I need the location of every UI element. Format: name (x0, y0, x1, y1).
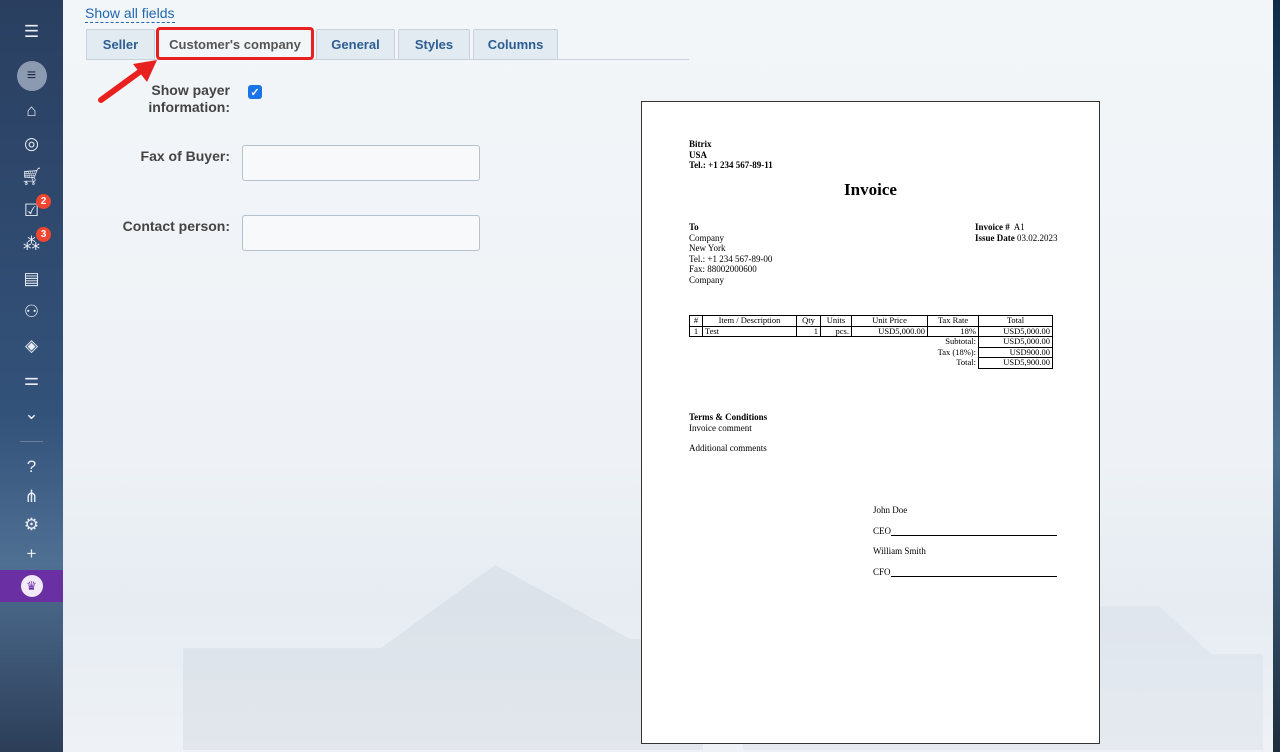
table-cell: Test (702, 325, 797, 337)
left-sidebar: ☰ ≡ ⌂ ◎ 🛒︎ ☑ 2 ⁂ 3 ▤ ⚇ ◈ ⚌ ⌄ ? ⋔ ⚙ + ♛ (0, 0, 63, 752)
table-header: Total (978, 315, 1053, 327)
table-header: Qty (796, 315, 821, 327)
items-table: # Item / Description Qty Units Unit Pric… (689, 315, 1053, 369)
table-header: Tax Rate (927, 315, 979, 327)
table-cell: pcs. (820, 325, 852, 337)
show-payer-label-line2: information: (148, 99, 230, 115)
show-payer-label-line1: Show payer (151, 82, 230, 98)
target-icon[interactable]: ◎ (0, 129, 63, 159)
highlight-box (156, 27, 314, 60)
box-icon[interactable]: ◈ (0, 331, 63, 361)
network-badge: 3 (36, 227, 51, 242)
table-header: # (689, 315, 703, 327)
tab-seller[interactable]: Seller (86, 29, 155, 59)
to-company2: Company (689, 274, 724, 285)
tax-row: Tax (18%): USD900.00 (690, 346, 1053, 358)
to-company: Company (689, 232, 724, 243)
invoice-preview: Bitrix USA Tel.: +1 234 567-89-11 Invoic… (641, 101, 1100, 744)
signer1-name: John Doe (873, 505, 908, 515)
invoice-title: Invoice (844, 180, 897, 199)
table-cell: 1 (796, 325, 821, 337)
network-icon[interactable]: ⁂ 3 (0, 227, 63, 259)
cart-icon[interactable]: 🛒︎ (0, 162, 63, 192)
robot-icon[interactable]: ⚇ (0, 297, 63, 327)
invoice-meta: Invoice # A1 Issue Date 03.02.2023 (975, 222, 1058, 243)
total-label: Total: (956, 357, 976, 367)
chevron-down-icon[interactable]: ⌄ (0, 399, 63, 429)
table-header-row: # Item / Description Qty Units Unit Pric… (689, 315, 1053, 327)
tab-styles[interactable]: Styles (398, 29, 470, 59)
table-header: Unit Price (851, 315, 928, 327)
tasks-icon[interactable]: ☑ 2 (0, 194, 63, 226)
issue-date: 03.02.2023 (1017, 232, 1058, 243)
show-payer-checkbox[interactable]: ✓ (248, 85, 262, 99)
sidebar-divider (20, 441, 43, 442)
plus-icon[interactable]: + (0, 539, 63, 569)
show-payer-label: Show payer information: (120, 82, 230, 116)
total-row: Total: USD5,900.00 (690, 357, 1053, 369)
building-icon[interactable]: ⌂ (0, 96, 63, 126)
signature-line (890, 567, 1057, 577)
buyer-info: To Company New York Tel.: +1 234 567-89-… (689, 222, 772, 285)
table-row: 1 Test 1 pcs. USD5,000.00 18% USD5,000.0… (689, 325, 1053, 337)
signer1-role: CEO (873, 525, 891, 536)
fax-input[interactable] (242, 145, 480, 181)
seller-phone: Tel.: +1 234 567-89-11 (689, 160, 773, 170)
filter-icon[interactable]: ≡ (0, 61, 63, 91)
to-label: To (689, 222, 699, 232)
table-cell: 18% (927, 325, 979, 337)
subtotal-row: Subtotal: USD5,000.00 (690, 336, 1053, 348)
contact-card-icon[interactable]: ▤ (0, 264, 63, 294)
terms-comment: Invoice comment (689, 422, 752, 433)
background-edge (1273, 0, 1280, 752)
table-header: Units (820, 315, 852, 327)
crown-icon: ♛ (20, 575, 43, 597)
terms-section: Terms & Conditions Invoice comment Addit… (689, 412, 767, 454)
subtotal-label: Subtotal: (945, 336, 976, 347)
terms-title: Terms & Conditions (689, 412, 768, 422)
to-phone: Tel.: +1 234 567-89-00 (689, 253, 773, 264)
invoice-number-label: Invoice # (975, 222, 1010, 232)
table-cell: 1 (689, 325, 703, 337)
tab-columns[interactable]: Columns (473, 29, 558, 59)
issue-date-label: Issue Date (975, 232, 1015, 243)
total-value: USD5,900.00 (978, 357, 1053, 369)
tax-label: Tax (18%): (937, 346, 976, 357)
table-header: Item / Description (702, 315, 797, 327)
additional-comments: Additional comments (689, 443, 767, 453)
subtotal-value: USD5,000.00 (978, 336, 1053, 348)
to-city: New York (689, 243, 726, 253)
tasks-badge: 2 (36, 194, 51, 209)
upgrade-plan[interactable]: ♛ (0, 570, 63, 602)
fax-label: Fax of Buyer: (140, 148, 230, 164)
signer2-name: William Smith (873, 546, 926, 556)
tab-general[interactable]: General (316, 29, 395, 59)
gear-icon[interactable]: ⚙ (0, 510, 63, 540)
background-decoration (183, 565, 703, 750)
help-icon[interactable]: ? (0, 452, 63, 482)
signatures: John Doe CEO William Smith CFO (873, 505, 1057, 577)
seller-country: USA (689, 149, 708, 160)
to-fax: Fax: 88002000600 (689, 264, 757, 274)
signer2-role: CFO (873, 566, 891, 577)
table-cell: USD5,000.00 (851, 325, 928, 337)
sitemap-icon[interactable]: ⋔ (0, 482, 63, 512)
seller-info: Bitrix USA Tel.: +1 234 567-89-11 (689, 139, 773, 171)
tax-value: USD900.00 (978, 346, 1053, 358)
contact-person-label: Contact person: (122, 218, 230, 234)
contact-person-input[interactable] (242, 215, 480, 251)
invoice-number: A1 (1013, 222, 1025, 232)
seller-name: Bitrix (689, 139, 712, 149)
sliders-icon[interactable]: ⚌ (0, 365, 63, 395)
signature-line (891, 526, 1057, 536)
menu-icon[interactable]: ☰ (0, 17, 63, 47)
show-all-fields-link[interactable]: Show all fields (85, 5, 175, 23)
table-cell: USD5,000.00 (978, 325, 1053, 337)
